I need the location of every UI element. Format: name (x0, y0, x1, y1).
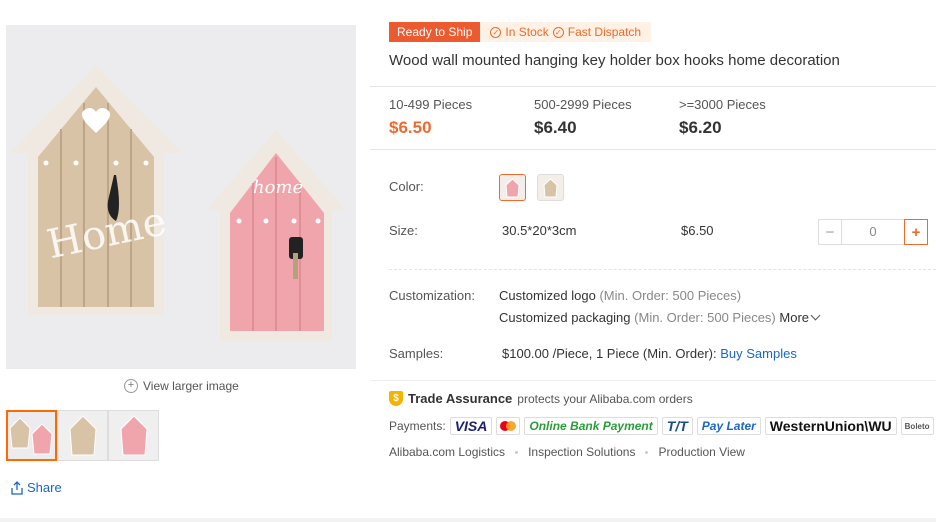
decrease-button[interactable]: − (818, 219, 842, 245)
trade-assurance-icon: $ (389, 391, 403, 406)
trade-assurance-text: protects your Alibaba.com orders (517, 391, 693, 406)
size-value: 30.5*20*3cm (502, 223, 577, 238)
share-label: Share (27, 480, 62, 495)
thumbnail-2-image (58, 411, 107, 460)
customized-packaging-row: Customized packaging (Min. Order: 500 Pi… (499, 310, 821, 325)
check-icon: ✓ (552, 26, 564, 38)
thumbnail-3[interactable] (108, 410, 159, 461)
buy-samples-link[interactable]: Buy Samples (720, 346, 797, 361)
divider (389, 269, 936, 270)
ready-to-ship-badge: Ready to Ship (389, 22, 481, 42)
tier-range: >=3000 Pieces (679, 97, 766, 112)
customized-logo: Customized logo (499, 288, 596, 303)
production-view-link[interactable]: Production View (658, 445, 745, 459)
view-larger-label: View larger image (143, 379, 239, 393)
visa-logo: VISA (449, 417, 493, 435)
divider (370, 86, 936, 87)
western-union-logo: WesternUnion\WU (764, 417, 897, 435)
pay-later-logo: Pay Later (696, 417, 761, 435)
share-button[interactable]: Share (10, 480, 62, 495)
more-label: More (779, 310, 810, 325)
product-photo: Home home (6, 25, 356, 369)
more-button[interactable]: More (779, 310, 821, 325)
color-label: Color: (389, 179, 424, 194)
tier-range: 500-2999 Pieces (534, 97, 632, 112)
logo-min-order: (Min. Order: 500 Pieces) (599, 288, 742, 303)
separator-dot (515, 450, 519, 454)
color-swatch-wood (543, 178, 558, 198)
quantity-input[interactable]: 0 (842, 219, 904, 245)
tier-price: $6.40 (534, 118, 577, 137)
tt-logo: T/T (661, 417, 693, 435)
color-option-pink[interactable] (499, 174, 526, 201)
samples-value: $100.00 /Piece, 1 Piece (Min. Order): (502, 346, 717, 361)
logistics-link[interactable]: Alibaba.com Logistics (389, 445, 505, 459)
price-tier: 500-2999 Pieces $6.40 (534, 97, 679, 138)
increase-button[interactable]: + (904, 219, 928, 245)
samples-info: $100.00 /Piece, 1 Piece (Min. Order): Bu… (502, 346, 797, 361)
divider (370, 149, 936, 150)
in-stock-label: In Stock (505, 25, 549, 39)
main-product-image[interactable]: Home home (6, 25, 356, 369)
quantity-stepper: − 0 + (818, 219, 928, 245)
tier-range: 10-499 Pieces (389, 97, 473, 112)
thumbnail-strip (6, 410, 159, 461)
trade-assurance: $ Trade Assurance protects your Alibaba.… (389, 391, 693, 406)
payment-methods: Payments: VISA Online Bank Payment T/T P… (389, 417, 934, 435)
size-label: Size: (389, 223, 418, 238)
zoom-icon: + (124, 379, 138, 393)
customized-logo-row: Customized logo (Min. Order: 500 Pieces) (499, 288, 741, 303)
mastercard-icon (500, 421, 517, 431)
color-option-wood[interactable] (537, 174, 564, 201)
price-tier: >=3000 Pieces $6.20 (679, 97, 824, 138)
tier-price: $6.50 (389, 118, 432, 137)
online-bank-payment-logo: Online Bank Payment (524, 417, 658, 435)
thumbnail-2[interactable] (57, 410, 108, 461)
svg-text:home: home (253, 177, 303, 198)
stock-badge: ✓ In Stock ✓ Fast Dispatch (480, 22, 652, 42)
size-price: $6.50 (681, 223, 714, 238)
customization-label: Customization: (389, 288, 475, 303)
product-title: Wood wall mounted hanging key holder box… (389, 52, 840, 69)
customized-packaging: Customized packaging (499, 310, 631, 325)
thumbnail-1[interactable] (6, 410, 57, 461)
share-icon (11, 480, 23, 495)
price-tiers: 10-499 Pieces $6.50 500-2999 Pieces $6.4… (389, 97, 824, 138)
view-larger-link[interactable]: + View larger image (124, 379, 239, 393)
badge-row: Ready to Ship ✓ In Stock ✓ Fast Dispatch (389, 22, 652, 42)
divider (370, 380, 936, 381)
packaging-min-order: (Min. Order: 500 Pieces) (634, 310, 776, 325)
service-links: Alibaba.com Logistics Inspection Solutio… (389, 445, 745, 459)
chevron-down-icon (810, 310, 821, 321)
divider (0, 518, 936, 522)
boleto-logo: Boleto (900, 417, 934, 435)
tier-price: $6.20 (679, 118, 722, 137)
fast-dispatch-label: Fast Dispatch (567, 25, 642, 39)
inspection-link[interactable]: Inspection Solutions (528, 445, 635, 459)
trade-assurance-name[interactable]: Trade Assurance (408, 391, 512, 406)
thumbnail-1-image (8, 412, 55, 459)
thumbnail-3-image (109, 411, 158, 460)
color-swatch-pink (505, 178, 520, 198)
price-tier: 10-499 Pieces $6.50 (389, 97, 534, 138)
separator-dot (645, 450, 649, 454)
check-icon: ✓ (490, 26, 502, 38)
payments-label: Payments: (389, 419, 446, 433)
mastercard-logo (496, 417, 521, 435)
samples-label: Samples: (389, 346, 444, 361)
